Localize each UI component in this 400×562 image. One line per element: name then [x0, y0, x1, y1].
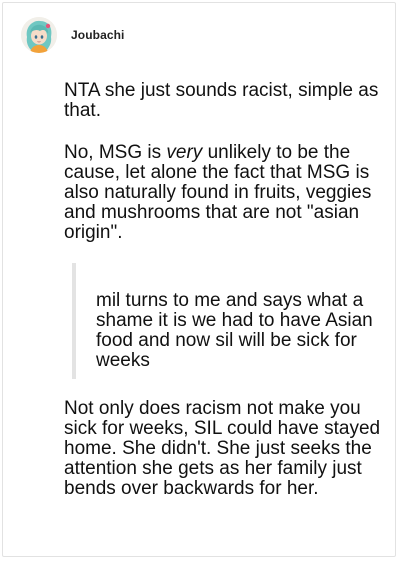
emphasis-text: very — [166, 142, 203, 163]
paragraph-1: NTA she just sounds racist, simple as th… — [64, 80, 379, 121]
paragraph-3: Not only does racism not make you sick f… — [64, 398, 381, 499]
avatar[interactable] — [21, 17, 57, 53]
post-card: Joubachi NTA she just sounds racist, sim… — [2, 2, 396, 557]
post-header: Joubachi — [21, 17, 124, 53]
username[interactable]: Joubachi — [71, 28, 124, 42]
blockquote: mil turns to me and says what a shame it… — [72, 263, 384, 379]
anime-character-avatar-icon — [21, 17, 57, 53]
quote-text: mil turns to me and says what a shame it… — [96, 290, 373, 371]
post-body: NTA she just sounds racist, simple as th… — [64, 81, 384, 499]
paragraph-2: No, MSG is very unlikely to be the cause… — [64, 143, 384, 243]
paragraph-2-text-a: No, MSG is — [64, 142, 167, 163]
